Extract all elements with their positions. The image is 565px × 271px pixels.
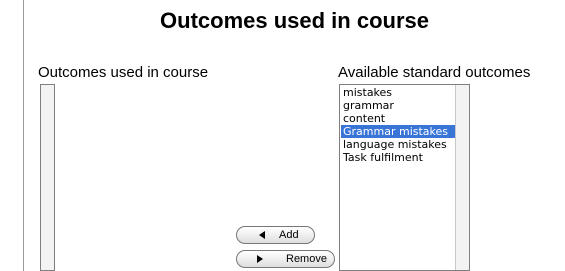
remove-button[interactable]: Remove [236,250,335,268]
used-outcomes-listbox[interactable] [40,84,55,271]
outcome-option[interactable]: mistakes [341,86,455,99]
available-outcomes-listbox[interactable]: mistakes grammar content Grammar mistake… [339,84,470,271]
outcomes-panel: Outcomes used in course Outcomes used in… [23,0,565,271]
outcome-option[interactable]: grammar [341,99,455,112]
outcome-option[interactable]: content [341,112,455,125]
outcome-option[interactable]: Task fulfilment [341,151,455,164]
arrow-left-icon [259,231,265,239]
remove-button-label: Remove [286,253,327,265]
add-button[interactable]: Add [236,226,315,244]
available-outcomes-options: mistakes grammar content Grammar mistake… [341,86,455,164]
outcome-option[interactable]: Grammar mistakes [341,125,455,138]
page-title: Outcomes used in course [160,8,429,33]
available-outcomes-label: Available standard outcomes [338,64,531,81]
outcome-option[interactable]: language mistakes [341,138,455,151]
used-outcomes-label: Outcomes used in course [38,64,209,81]
add-button-label: Add [279,229,299,241]
used-outcomes-scrollbar[interactable] [41,85,54,270]
arrow-right-icon [257,255,263,263]
available-outcomes-scrollbar[interactable] [455,85,469,270]
